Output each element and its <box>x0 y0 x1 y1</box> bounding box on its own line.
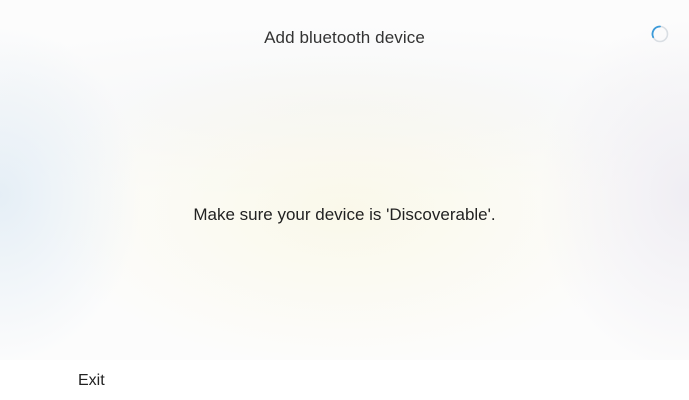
discoverable-instruction: Make sure your device is 'Discoverable'. <box>193 205 496 224</box>
main-panel: Add bluetooth device Make sure your devi… <box>0 0 689 360</box>
loading-spinner-icon <box>651 25 669 43</box>
exit-button[interactable]: Exit <box>60 366 123 396</box>
footer-bar: Exit <box>0 360 689 400</box>
page-title: Add bluetooth device <box>264 28 425 47</box>
bluetooth-pairing-screen: Add bluetooth device Make sure your devi… <box>0 0 689 400</box>
